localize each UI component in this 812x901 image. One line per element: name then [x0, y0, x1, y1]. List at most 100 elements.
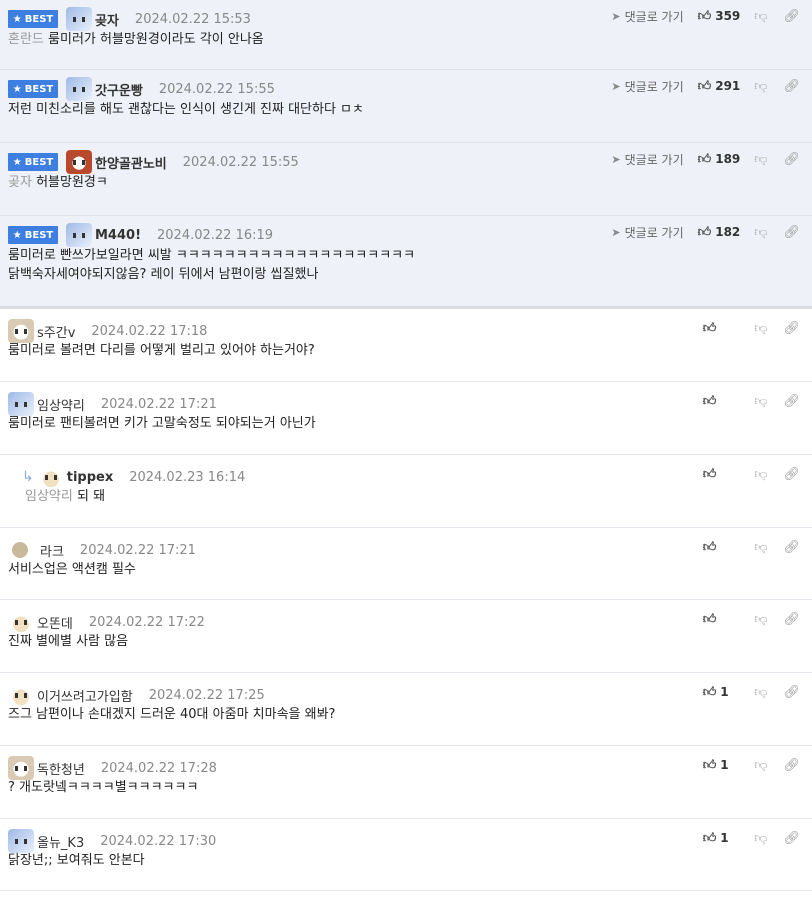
- chihuahua-avatar[interactable]: [37, 465, 64, 489]
- like-button[interactable]: 👍︎ 359: [698, 9, 741, 24]
- link-icon[interactable]: 🔗︎: [783, 79, 800, 94]
- chihuahua-avatar[interactable]: [8, 683, 34, 707]
- link-icon[interactable]: 🔗︎: [783, 152, 800, 167]
- like-button[interactable]: 👍︎: [703, 612, 741, 627]
- comment-meta: ★ BEST 갓구운빵 2024.02.22 15:55: [8, 77, 275, 101]
- thumbs-down-icon[interactable]: 👎︎: [754, 152, 767, 167]
- thumbs-down-icon[interactable]: 👎︎: [754, 758, 767, 773]
- avatar-face-icon: [15, 328, 27, 334]
- red-dog-avatar[interactable]: [66, 150, 92, 174]
- goto-reply-link[interactable]: ➤ 댓글로 가기: [611, 8, 683, 25]
- star-icon: ★: [12, 229, 22, 241]
- chihuahua-avatar[interactable]: [8, 610, 34, 634]
- thumbs-up-icon: 👍︎: [697, 8, 712, 24]
- thumbs-up-icon: 👍︎: [702, 539, 717, 555]
- comment-text: ? 개도랏넼ㅋㅋㅋㅋ별ㅋㅋㅋㅋㅋㅋ: [8, 780, 199, 795]
- comment-timestamp: 2024.02.22 15:55: [158, 81, 275, 97]
- comment-meta: 라크 2024.02.22 17:21: [8, 538, 196, 562]
- author-nickname[interactable]: 곶자: [95, 10, 119, 29]
- white-dog-avatar[interactable]: [8, 829, 34, 853]
- like-count: 1: [720, 831, 729, 845]
- thumbs-down-icon[interactable]: 👎︎: [754, 321, 767, 336]
- like-button[interactable]: 👍︎ 291: [698, 79, 741, 94]
- author-nickname[interactable]: 올뉴_K3: [37, 832, 84, 851]
- link-icon[interactable]: 🔗︎: [783, 831, 800, 846]
- author-nickname[interactable]: 라크: [40, 541, 64, 560]
- link-icon[interactable]: 🔗︎: [783, 685, 800, 700]
- beige-dot-avatar[interactable]: [12, 542, 28, 558]
- link-icon[interactable]: 🔗︎: [783, 225, 800, 240]
- thumbs-down-icon[interactable]: 👎︎: [754, 540, 767, 555]
- mention-nickname[interactable]: 혼란드: [8, 32, 44, 47]
- goto-reply-link[interactable]: ➤ 댓글로 가기: [611, 224, 683, 241]
- comment-line: 서비스업은 액션캠 필수: [8, 560, 136, 579]
- author-nickname[interactable]: tippex: [67, 470, 113, 485]
- author-nickname[interactable]: 이거쓰려고가입함: [37, 686, 133, 705]
- like-button[interactable]: 👍︎: [703, 467, 741, 482]
- comment-line: ? 개도랏넼ㅋㅋㅋㅋ별ㅋㅋㅋㅋㅋㅋ: [8, 778, 198, 797]
- comment-line: 닭백숙자세여야되지않음? 레이 뒤에서 남편이랑 씹질했나: [8, 265, 415, 284]
- author-nickname[interactable]: s주간v: [37, 322, 75, 341]
- comment-item: ★ BEST M440! 2024.02.22 16:19 ➤ 댓글로 가기 👍︎ 182 👎︎…: [0, 216, 812, 309]
- thumbs-up-icon: 👍︎: [697, 224, 712, 240]
- thumbs-down-icon[interactable]: 👎︎: [754, 685, 767, 700]
- puppy-avatar[interactable]: [8, 319, 34, 343]
- thumbs-down-icon[interactable]: 👎︎: [754, 79, 767, 94]
- star-icon: ★: [12, 13, 22, 25]
- mention-nickname[interactable]: 임상약리: [25, 489, 73, 504]
- comment-line: 닭장년;; 보여줘도 안본다: [8, 851, 145, 870]
- author-nickname[interactable]: 갓구운빵: [95, 80, 143, 99]
- author-nickname[interactable]: 임상약리: [37, 395, 85, 414]
- puppy-avatar[interactable]: [8, 756, 34, 780]
- comment-line: 진짜 별에별 사람 많음: [8, 632, 128, 651]
- like-button[interactable]: 👍︎ 1: [703, 685, 741, 700]
- like-button[interactable]: 👍︎: [703, 321, 741, 336]
- link-icon[interactable]: 🔗︎: [783, 394, 800, 409]
- thumbs-down-icon[interactable]: 👎︎: [754, 225, 767, 240]
- link-icon[interactable]: 🔗︎: [783, 758, 800, 773]
- link-icon[interactable]: 🔗︎: [783, 321, 800, 336]
- like-button[interactable]: 👍︎ 182: [698, 225, 741, 240]
- comment-timestamp: 2024.02.22 17:30: [100, 833, 217, 849]
- white-dog-avatar[interactable]: [66, 223, 92, 247]
- like-button[interactable]: 👍︎ 1: [703, 758, 741, 773]
- author-nickname[interactable]: 오똔데: [37, 613, 73, 632]
- author-nickname[interactable]: 한양골관노비: [95, 153, 167, 172]
- thumbs-down-icon[interactable]: 👎︎: [754, 9, 767, 24]
- comment-actions: ➤ 댓글로 가기 👍︎ 182 👎︎ 🔗︎: [611, 222, 800, 242]
- like-button[interactable]: 👍︎ 189: [698, 152, 741, 167]
- send-arrow-icon: ➤: [611, 79, 621, 93]
- mention-nickname[interactable]: 곶자: [8, 175, 32, 190]
- thumbs-down-icon[interactable]: 👎︎: [754, 831, 767, 846]
- author-nickname[interactable]: M440!: [95, 228, 141, 243]
- avatar-face-icon: [73, 86, 85, 92]
- comment-actions: 👍︎ 1 👎︎ 🔗︎: [703, 828, 800, 848]
- thumbs-up-icon: 👍︎: [702, 684, 717, 700]
- best-badge-label: BEST: [24, 229, 54, 241]
- send-arrow-icon: ➤: [611, 225, 621, 239]
- like-button[interactable]: 👍︎ 1: [703, 831, 741, 846]
- thumbs-down-icon[interactable]: 👎︎: [754, 467, 767, 482]
- link-icon[interactable]: 🔗︎: [783, 612, 800, 627]
- comment-timestamp: 2024.02.22 17:22: [88, 614, 205, 630]
- comment-line: 룸미러로 볼려면 다리를 어떻게 벌리고 있어야 하는거야?: [8, 341, 315, 360]
- like-button[interactable]: 👍︎: [703, 540, 741, 555]
- thumbs-up-icon: 👍︎: [702, 830, 717, 846]
- link-icon[interactable]: 🔗︎: [783, 540, 800, 555]
- goto-reply-link[interactable]: ➤ 댓글로 가기: [611, 78, 683, 95]
- comment-line: 즈그 남편이나 손대겠지 드러운 40대 아줌마 치마속을 왜봐?: [8, 705, 335, 724]
- white-dog-avatar[interactable]: [66, 77, 92, 101]
- like-button[interactable]: 👍︎: [703, 394, 741, 409]
- link-icon[interactable]: 🔗︎: [783, 467, 800, 482]
- best-badge: ★ BEST: [8, 153, 58, 171]
- white-dog-avatar[interactable]: [66, 7, 92, 31]
- author-nickname[interactable]: 독한청년: [37, 759, 85, 778]
- white-dog-avatar[interactable]: [8, 392, 34, 416]
- comment-text: 허블망원경ㅋ: [36, 175, 108, 190]
- thumbs-down-icon[interactable]: 👎︎: [754, 612, 767, 627]
- thumbs-up-icon: 👍︎: [702, 611, 717, 627]
- comment-line: 룸미러로 팬티볼려면 키가 고말숙정도 되야되는거 아닌가: [8, 414, 316, 433]
- thumbs-down-icon[interactable]: 👎︎: [754, 394, 767, 409]
- link-icon[interactable]: 🔗︎: [783, 9, 800, 24]
- goto-reply-link[interactable]: ➤ 댓글로 가기: [611, 151, 683, 168]
